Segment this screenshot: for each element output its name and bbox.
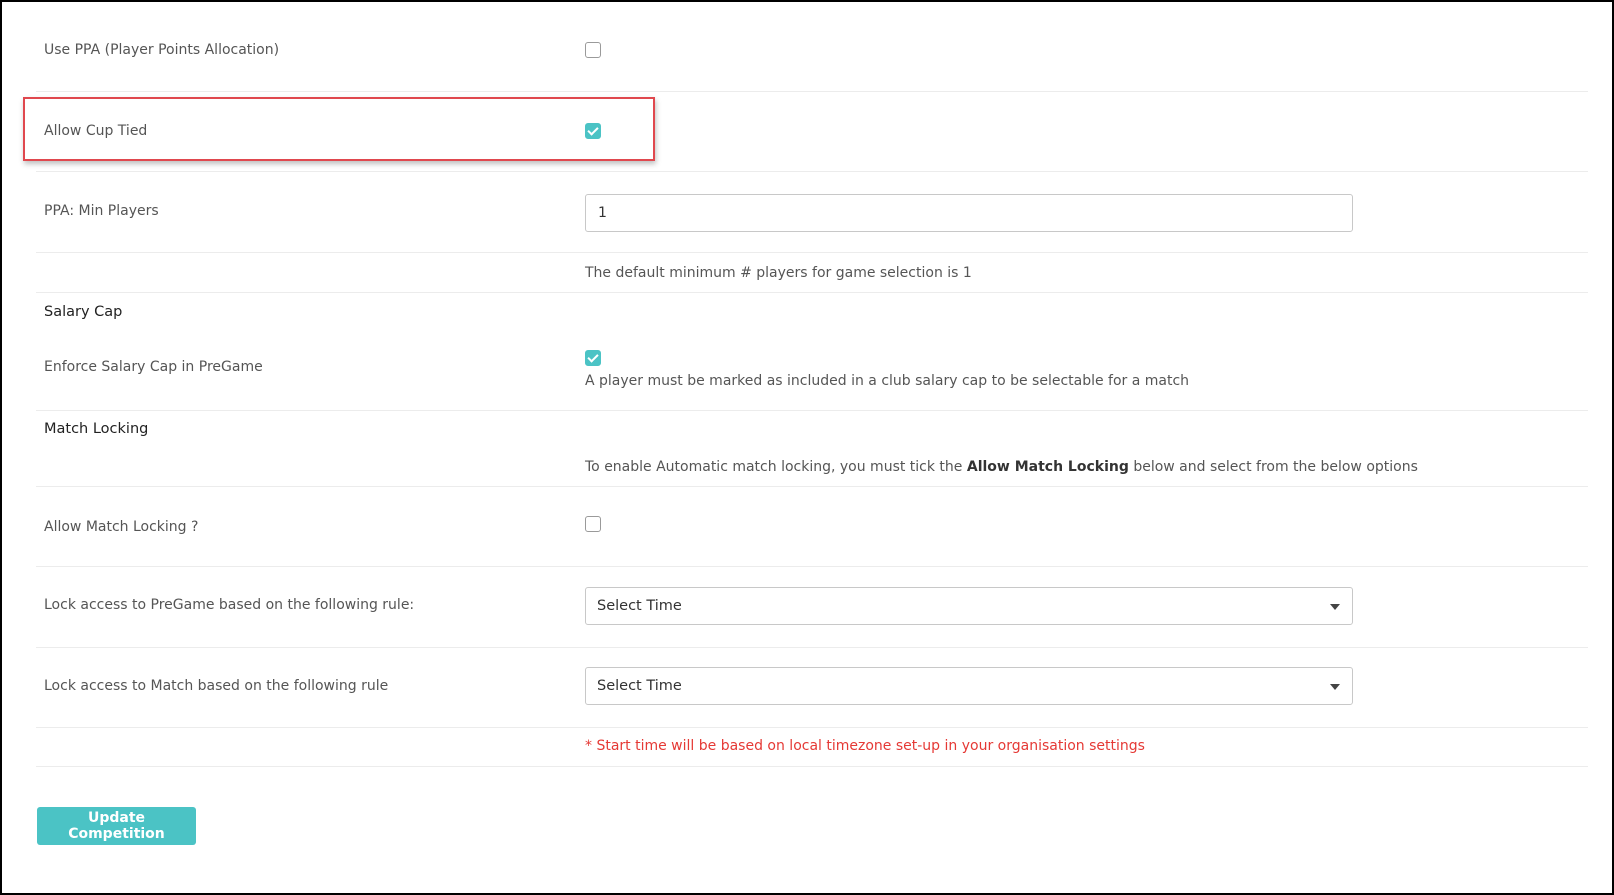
pregame-rule-select[interactable]: Select Time [585, 587, 1353, 625]
match-locking-help: To enable Automatic match locking, you m… [585, 459, 1418, 475]
enforce-salary-cap-label: Enforce Salary Cap in PreGame [44, 359, 263, 375]
match-locking-help-prefix: To enable Automatic match locking, you m… [585, 459, 967, 475]
allow-match-locking-checkbox[interactable] [585, 516, 601, 532]
allow-match-locking-row: Allow Match Locking ? [36, 487, 1588, 567]
match-rule-select[interactable]: Select Time [585, 667, 1353, 705]
match-locking-info-row [36, 410, 1588, 487]
enforce-salary-cap-help: A player must be marked as included in a… [585, 373, 1190, 389]
enforce-salary-cap-checkbox[interactable] [585, 350, 601, 366]
caret-down-icon [1330, 684, 1340, 690]
ppa-min-players-input[interactable] [585, 194, 1353, 232]
pregame-rule-label: Lock access to PreGame based on the foll… [44, 597, 415, 613]
timezone-warning: * Start time will be based on local time… [585, 738, 1145, 754]
use-ppa-checkbox[interactable] [585, 42, 601, 58]
use-ppa-label: Use PPA (Player Points Allocation) [44, 42, 280, 58]
settings-page: Use PPA (Player Points Allocation) Allow… [0, 0, 1614, 895]
pregame-rule-selected: Select Time [597, 598, 682, 614]
caret-down-icon [1330, 604, 1340, 610]
use-ppa-row: Use PPA (Player Points Allocation) [36, 2, 1588, 92]
match-locking-help-bold: Allow Match Locking [966, 459, 1129, 475]
enforce-salary-cap-row: Enforce Salary Cap in PreGame [36, 293, 1588, 411]
ppa-min-players-help: The default minimum # players for game s… [585, 265, 972, 281]
update-competition-button[interactable]: Update Competition [37, 807, 196, 845]
ppa-min-players-label: PPA: Min Players [44, 203, 159, 219]
match-locking-help-suffix: below and select from the below options [1128, 459, 1418, 475]
match-rule-label: Lock access to Match based on the follow… [44, 678, 389, 694]
match-rule-selected: Select Time [597, 678, 682, 694]
highlight-annotation [23, 97, 655, 161]
allow-match-locking-label: Allow Match Locking ? [44, 519, 199, 535]
